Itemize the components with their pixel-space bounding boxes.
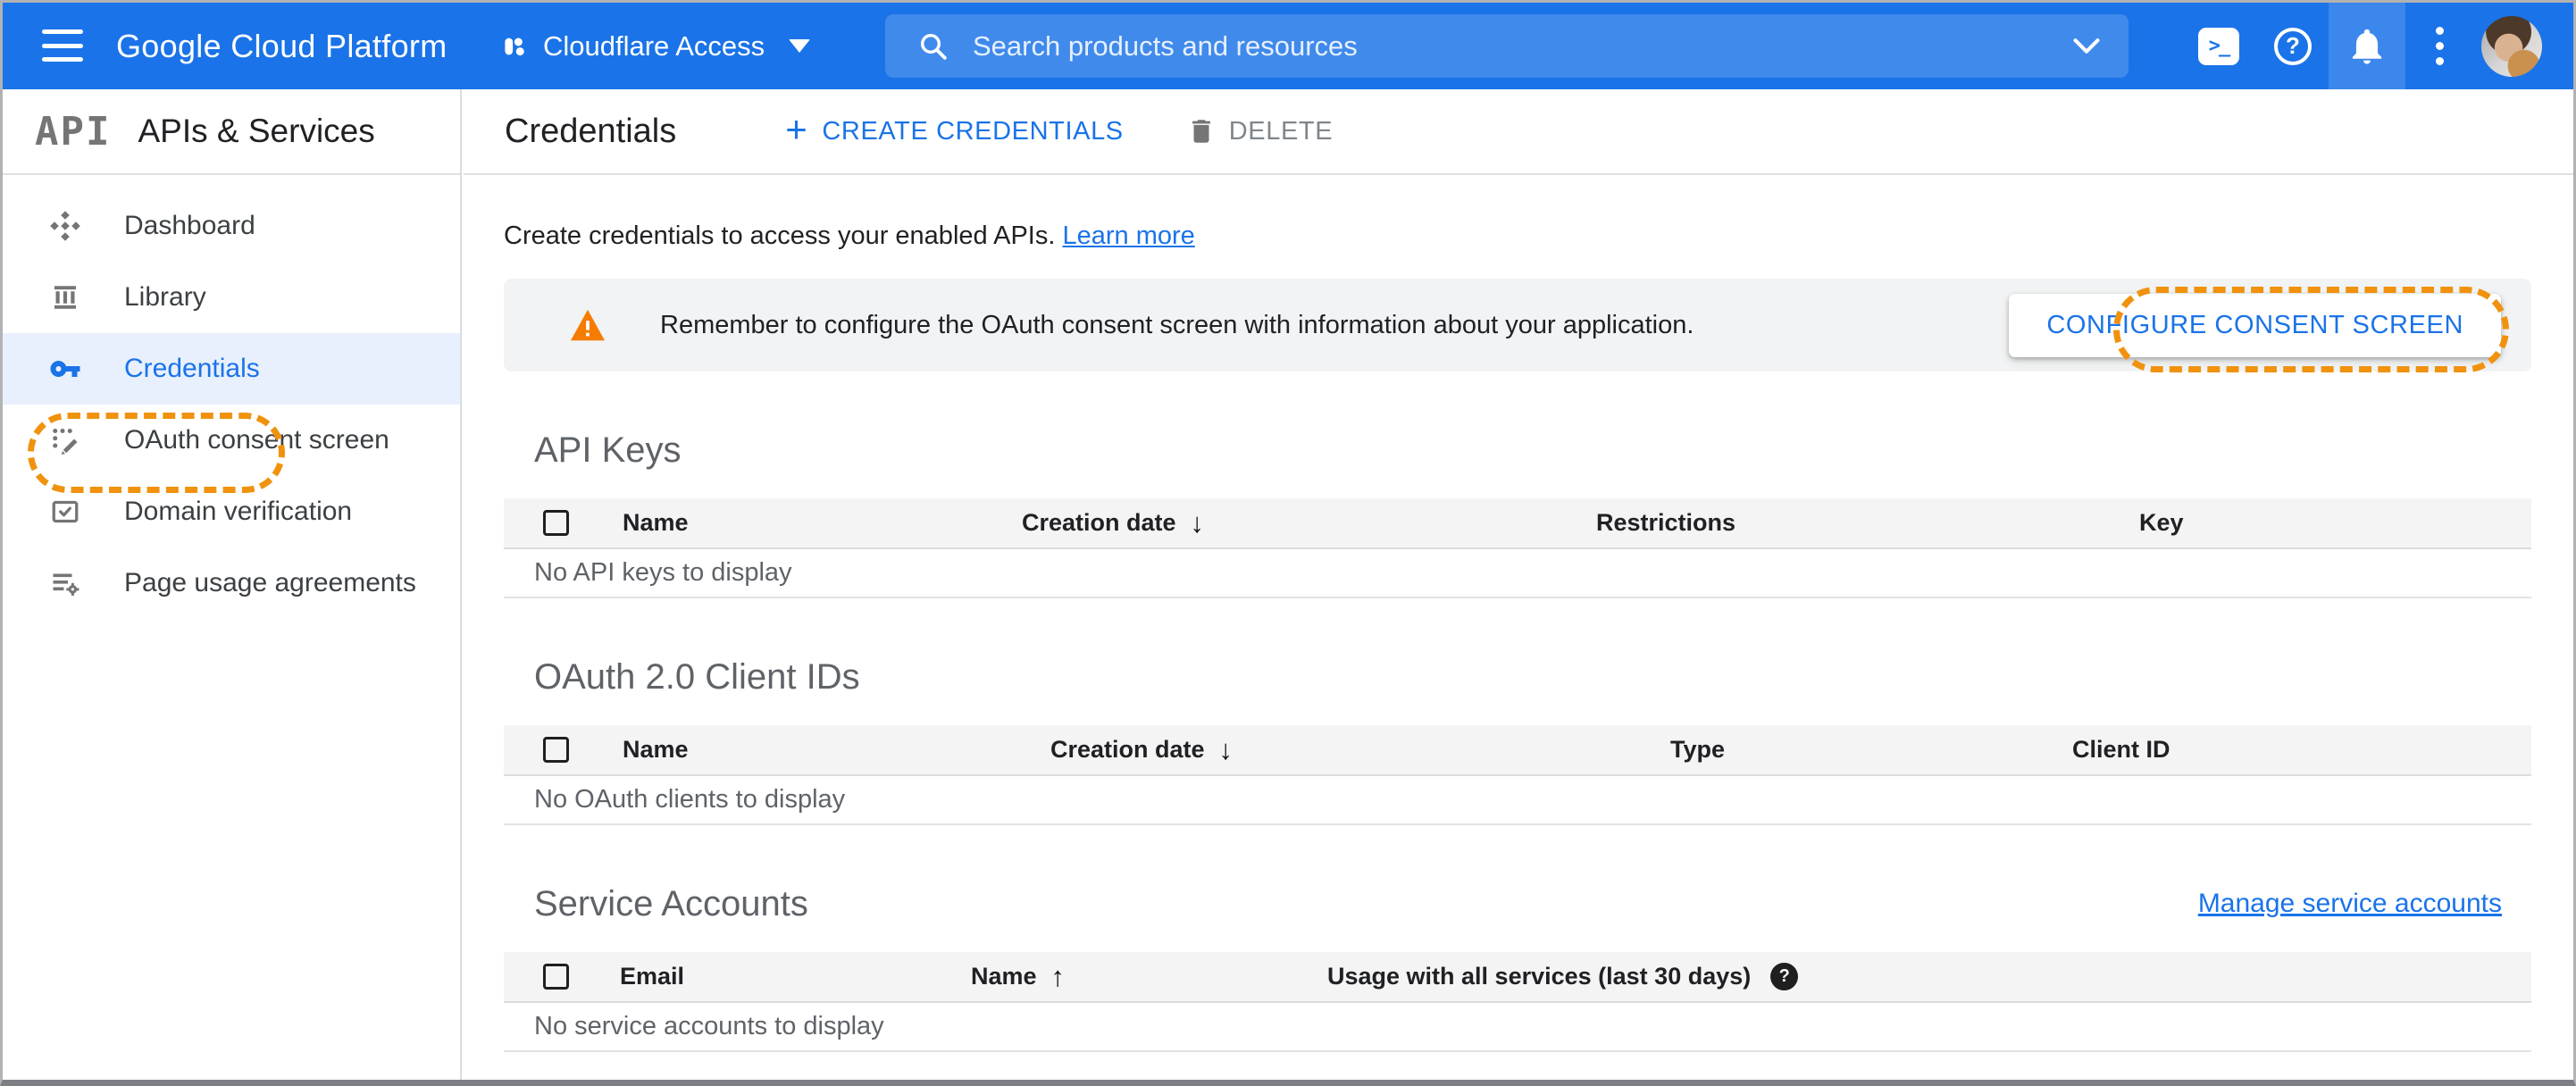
account-button[interactable] xyxy=(2473,3,2550,89)
oauth-clients-section-header: OAuth 2.0 Client IDs xyxy=(504,656,2531,698)
library-icon xyxy=(49,281,81,313)
sidebar-item-library[interactable]: Library xyxy=(3,262,460,333)
column-header-usage[interactable]: Usage with all services (last 30 days) ? xyxy=(1327,952,1799,1001)
consent-screen-icon xyxy=(49,424,81,456)
column-header-name[interactable]: Name xyxy=(623,498,689,547)
column-header-creation-date[interactable]: Creation date ↓ xyxy=(1050,725,1233,774)
service-accounts-table-header: Email Name ↑ Usage with all services (la… xyxy=(504,952,2531,1003)
oauth-clients-select-all-checkbox[interactable] xyxy=(543,737,569,763)
sidebar-item-label: Domain verification xyxy=(124,497,353,526)
sidebar-item-dashboard[interactable]: Dashboard xyxy=(3,190,460,262)
api-keys-empty-state: No API keys to display xyxy=(504,549,2531,598)
sidebar-item-label: Page usage agreements xyxy=(124,568,416,597)
column-header-creation-date[interactable]: Creation date ↓ xyxy=(1022,498,1204,547)
sidebar-nav: Dashboard Library Credentials OAuth cons… xyxy=(3,175,460,619)
sidebar-item-domain-verification[interactable]: Domain verification xyxy=(3,476,460,547)
service-accounts-section-header: Service Accounts Manage service accounts xyxy=(504,882,2531,925)
page-usage-agreements-icon xyxy=(49,567,81,599)
kebab-menu-icon xyxy=(2435,27,2444,65)
project-icon xyxy=(505,38,524,55)
help-button[interactable]: ? xyxy=(2257,3,2329,89)
search-expand-chevron-icon[interactable] xyxy=(2071,37,2102,56)
browser-viewport: Google Cloud Platform Cloudflare Access xyxy=(0,0,2576,1086)
configure-consent-screen-button[interactable]: CONFIGURE CONSENT SCREEN xyxy=(2009,294,2501,357)
sidebar: API APIs & Services Dashboard Library Cr… xyxy=(3,89,462,1080)
warning-icon xyxy=(571,309,605,341)
cloud-shell-button[interactable]: >_ xyxy=(2180,3,2257,89)
banner-message: Remember to configure the OAuth consent … xyxy=(660,310,1694,339)
main-panel: Credentials + CREATE CREDENTIALS DELETE … xyxy=(464,89,2573,1080)
page-title: Credentials xyxy=(505,112,677,150)
oauth-clients-empty-state: No OAuth clients to display xyxy=(504,776,2531,825)
column-header-name[interactable]: Name xyxy=(623,725,689,774)
sidebar-title: APIs & Services xyxy=(138,113,375,149)
service-accounts-select-all-checkbox[interactable] xyxy=(543,964,569,990)
sort-desc-icon: ↓ xyxy=(1218,733,1234,765)
page-content: Create credentials to access your enable… xyxy=(464,221,2573,1052)
sidebar-item-label: Dashboard xyxy=(124,211,255,240)
more-options-button[interactable] xyxy=(2405,3,2473,89)
key-icon xyxy=(49,353,81,385)
consent-warning-banner: Remember to configure the OAuth consent … xyxy=(504,279,2531,372)
help-icon: ? xyxy=(2274,27,2312,65)
api-keys-select-all-checkbox[interactable] xyxy=(543,510,569,536)
sidebar-item-page-usage-agreements[interactable]: Page usage agreements xyxy=(3,547,460,619)
dashboard-icon xyxy=(49,210,81,242)
search-icon xyxy=(920,33,947,60)
sort-asc-icon: ↑ xyxy=(1050,960,1066,992)
column-header-type[interactable]: Type xyxy=(1670,725,1725,774)
bell-icon xyxy=(2352,29,2382,64)
column-header-restrictions[interactable]: Restrictions xyxy=(1596,498,1735,547)
create-credentials-button[interactable]: + CREATE CREDENTIALS xyxy=(785,108,1124,150)
sidebar-item-oauth-consent-screen[interactable]: OAuth consent screen xyxy=(3,405,460,476)
api-keys-section-header: API Keys xyxy=(504,429,2531,472)
service-accounts-empty-state: No service accounts to display xyxy=(504,1003,2531,1052)
usage-help-icon[interactable]: ? xyxy=(1770,963,1799,990)
column-header-client-id[interactable]: Client ID xyxy=(2072,725,2170,774)
column-header-name[interactable]: Name ↑ xyxy=(971,952,1065,1001)
sidebar-item-credentials[interactable]: Credentials xyxy=(3,333,460,405)
intro-text: Create credentials to access your enable… xyxy=(504,221,1195,250)
trash-icon xyxy=(1192,120,1210,143)
header-actions: >_ ? xyxy=(2180,3,2550,89)
page-toolbar: Credentials + CREATE CREDENTIALS DELETE xyxy=(464,89,2573,175)
sort-desc-icon: ↓ xyxy=(1190,506,1205,539)
manage-service-accounts-link[interactable]: Manage service accounts xyxy=(2198,882,2502,925)
search-bar xyxy=(885,14,2129,78)
project-switcher[interactable]: Cloudflare Access xyxy=(501,3,811,89)
oauth-clients-title: OAuth 2.0 Client IDs xyxy=(534,657,860,697)
gcp-logo[interactable]: Google Cloud Platform xyxy=(116,3,447,89)
notifications-button[interactable] xyxy=(2329,3,2405,89)
project-dropdown-icon xyxy=(789,39,811,53)
cloud-shell-icon: >_ xyxy=(2198,27,2239,65)
plus-icon: + xyxy=(785,108,808,150)
delete-button[interactable]: DELETE xyxy=(1186,116,1333,146)
sidebar-header: API APIs & Services xyxy=(3,89,460,175)
avatar xyxy=(2481,15,2542,77)
column-header-email[interactable]: Email xyxy=(620,952,684,1001)
sidebar-item-label: Credentials xyxy=(124,354,260,383)
domain-verification-icon xyxy=(49,496,81,528)
app-header: Google Cloud Platform Cloudflare Access xyxy=(3,3,2573,89)
search-input[interactable] xyxy=(973,29,2071,63)
service-accounts-title: Service Accounts xyxy=(534,884,808,923)
hamburger-menu-icon[interactable] xyxy=(42,26,83,65)
api-keys-table-header: Name Creation date ↓ Restrictions Key xyxy=(504,498,2531,549)
sidebar-item-label: OAuth consent screen xyxy=(124,425,389,455)
api-keys-title: API Keys xyxy=(534,430,682,470)
sidebar-item-label: Library xyxy=(124,282,206,312)
oauth-clients-table-header: Name Creation date ↓ Type Client ID xyxy=(504,725,2531,776)
project-name: Cloudflare Access xyxy=(543,29,765,62)
api-logo: API xyxy=(35,108,112,155)
column-header-key[interactable]: Key xyxy=(2139,498,2184,547)
learn-more-link[interactable]: Learn more xyxy=(1062,221,1194,250)
